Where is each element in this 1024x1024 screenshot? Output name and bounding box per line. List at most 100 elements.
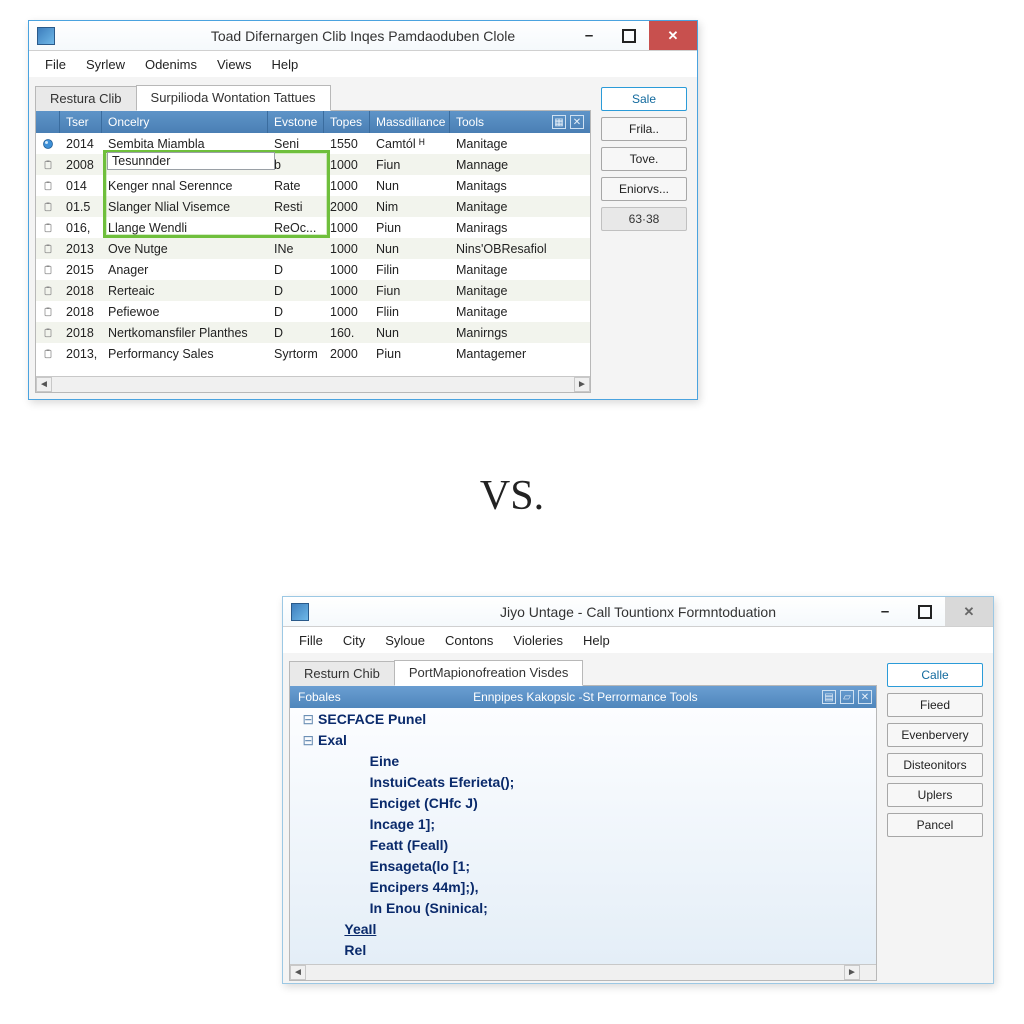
status-readout: 63·38 xyxy=(601,207,687,231)
cell: Mannage xyxy=(450,154,590,175)
cell: Anager xyxy=(102,259,268,280)
cell: 014 xyxy=(60,175,102,196)
cell: 1000 xyxy=(324,301,370,322)
tab[interactable]: Surpilioda Wontation Tattues xyxy=(136,85,331,111)
menu-item[interactable]: File xyxy=(35,55,76,74)
grid-tool-icon[interactable]: ▦ xyxy=(552,115,566,129)
cell: 2014 xyxy=(60,133,102,154)
table-row[interactable]: 2013Ove NutgeINe1000NunNins'OBResafiol xyxy=(36,238,590,259)
minimize-button[interactable] xyxy=(865,597,905,626)
cell: Fiun xyxy=(370,280,450,301)
cell: Manitage xyxy=(450,196,590,217)
cell: Filin xyxy=(370,259,450,280)
clipboard-icon xyxy=(36,217,60,238)
cell: Nun xyxy=(370,175,450,196)
menu-item[interactable]: Violeries xyxy=(503,631,573,650)
scroll-left-icon[interactable]: ◄ xyxy=(36,377,52,392)
minimize-button[interactable] xyxy=(569,21,609,50)
column-header[interactable]: Evstone xyxy=(268,111,324,133)
titlebar-bottom[interactable]: Jiyo Untage - Call Tountionx Formntoduat… xyxy=(283,597,993,627)
cell: Fliin xyxy=(370,301,450,322)
code-body[interactable]: ⊟ SECFACE Punel ⊟ Exal Eine InstuiCeats … xyxy=(290,708,876,964)
table-row[interactable]: 2013,Performancy SalesSyrtorm2000PiunMan… xyxy=(36,343,590,364)
menu-item[interactable]: Syloue xyxy=(375,631,435,650)
column-header[interactable]: Topes xyxy=(324,111,370,133)
close-button[interactable] xyxy=(945,597,993,626)
cell: Nins'OBResafiol xyxy=(450,238,590,259)
cell: Manirngs xyxy=(450,322,590,343)
column-header[interactable]: Massdiliance xyxy=(370,111,450,133)
cell: Ove Nutge xyxy=(102,238,268,259)
menubar-bottom: FilleCitySyloueContonsVioleriesHelp xyxy=(283,627,993,653)
cell: Nim xyxy=(370,196,450,217)
table-row[interactable]: 014Kenger nnal SerennceRate1000NunManita… xyxy=(36,175,590,196)
cell: Kenger nnal Serennce xyxy=(102,175,268,196)
table-row[interactable]: 01.5Slanger Nlial VisemceResti2000NimMan… xyxy=(36,196,590,217)
inline-editor[interactable] xyxy=(107,152,275,170)
cell: b xyxy=(268,154,324,175)
menu-item[interactable]: Views xyxy=(207,55,261,74)
panel-button[interactable]: Pancel xyxy=(887,813,983,837)
table-row[interactable]: 2014Sembita MiamblaSeni1550Camtól ᴴManit… xyxy=(36,133,590,154)
menu-item[interactable]: City xyxy=(333,631,375,650)
column-header[interactable]: Oncelry xyxy=(102,111,268,133)
cell: Nun xyxy=(370,322,450,343)
table-row[interactable]: 2018RerteaicD1000FiunManitage xyxy=(36,280,590,301)
table-row[interactable]: 016,Llange WendliReOc...1000PiunManirags xyxy=(36,217,590,238)
grid-header: Tser Oncelry Evstone Topes Massdiliance … xyxy=(36,111,590,133)
cell: 2000 xyxy=(324,343,370,364)
clipboard-icon xyxy=(36,259,60,280)
table-row[interactable]: 2018PefiewoeD1000FliinManitage xyxy=(36,301,590,322)
column-header[interactable]: Tser xyxy=(60,111,102,133)
maximize-button[interactable] xyxy=(609,21,649,50)
panel-tool-icon[interactable]: ▤ xyxy=(822,690,836,704)
titlebar-top[interactable]: Toad Difernargen Clib Inqes Pamdaoduben … xyxy=(29,21,697,51)
cell: Rate xyxy=(268,175,324,196)
cell: D xyxy=(268,301,324,322)
cell: 1000 xyxy=(324,217,370,238)
panel-button[interactable]: Eniorvs... xyxy=(601,177,687,201)
scroll-right-icon[interactable]: ► xyxy=(574,377,590,392)
code-hscroll[interactable]: ◄ ► xyxy=(290,964,876,980)
app-icon xyxy=(291,603,309,621)
cell: D xyxy=(268,259,324,280)
menu-item[interactable]: Syrlew xyxy=(76,55,135,74)
cell: Manitage xyxy=(450,280,590,301)
panel-button[interactable]: Evenbervery xyxy=(887,723,983,747)
tab[interactable]: Restura Clib xyxy=(35,86,137,111)
scroll-left-icon[interactable]: ◄ xyxy=(290,965,306,980)
scroll-right-icon[interactable]: ► xyxy=(844,965,860,980)
cell: Nertkomansfiler Planthes xyxy=(102,322,268,343)
panel-button[interactable]: Uplers xyxy=(887,783,983,807)
column-header[interactable]: Tools ▦ ✕ xyxy=(450,111,590,133)
table-row[interactable]: 2015AnagerD1000FilinManitage xyxy=(36,259,590,280)
cell: 2000 xyxy=(324,196,370,217)
grid-close-icon[interactable]: ✕ xyxy=(570,115,584,129)
panel-max-icon[interactable]: ▱ xyxy=(840,690,854,704)
menu-item[interactable]: Contons xyxy=(435,631,503,650)
menu-item[interactable]: Fille xyxy=(289,631,333,650)
panel-close-icon[interactable]: ✕ xyxy=(858,690,872,704)
tab[interactable]: PortMapionofreation Visdes xyxy=(394,660,583,686)
cell: Nun xyxy=(370,238,450,259)
panel-button[interactable]: Fieed xyxy=(887,693,983,717)
panel-button[interactable]: Sale xyxy=(601,87,687,111)
menu-item[interactable]: Help xyxy=(573,631,620,650)
cell: 2015 xyxy=(60,259,102,280)
tab[interactable]: Resturn Chib xyxy=(289,661,395,686)
panel-button[interactable]: Calle xyxy=(887,663,983,687)
cell: INe xyxy=(268,238,324,259)
menu-item[interactable]: Help xyxy=(261,55,308,74)
menu-item[interactable]: Odenims xyxy=(135,55,207,74)
panel-button[interactable]: Frila.. xyxy=(601,117,687,141)
maximize-button[interactable] xyxy=(905,597,945,626)
orb-icon xyxy=(36,133,60,154)
close-button[interactable] xyxy=(649,21,697,50)
panel-button[interactable]: Disteonitors xyxy=(887,753,983,777)
grid-hscroll[interactable]: ◄ ► xyxy=(36,376,590,392)
cell: Sembita Miambla xyxy=(102,133,268,154)
panel-button[interactable]: Tove. xyxy=(601,147,687,171)
clipboard-icon xyxy=(36,175,60,196)
cell: Manitage xyxy=(450,301,590,322)
table-row[interactable]: 2018Nertkomansfiler PlanthesD160.NunMani… xyxy=(36,322,590,343)
